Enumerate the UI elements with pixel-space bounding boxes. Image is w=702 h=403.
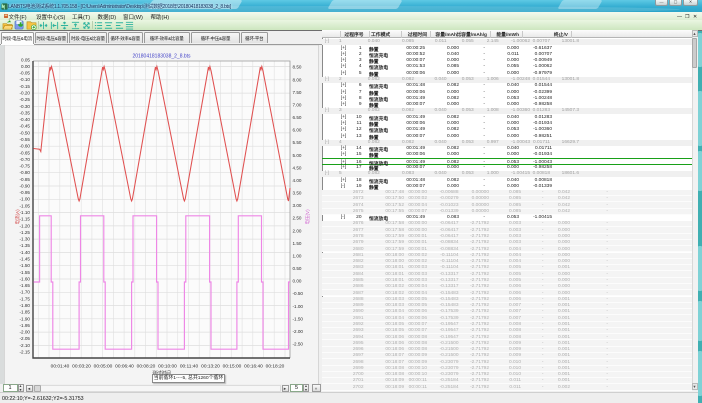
svg-text:6.50: 6.50 — [293, 115, 302, 120]
svg-text:0.00: 0.00 — [293, 279, 302, 284]
svg-text:00:11:40: 00:11:40 — [180, 364, 199, 370]
svg-text:2.50: 2.50 — [293, 216, 302, 221]
svg-text:-2.50: -2.50 — [293, 342, 304, 347]
svg-text:00:03:20: 00:03:20 — [72, 364, 91, 370]
svg-text:-1.50: -1.50 — [20, 263, 31, 268]
svg-text:00:08:20: 00:08:20 — [137, 364, 156, 370]
svg-text:-0.95: -0.95 — [20, 190, 31, 195]
svg-text:-1.30: -1.30 — [20, 237, 31, 242]
svg-text:-1.20: -1.20 — [20, 223, 31, 228]
svg-text:-1.35: -1.35 — [20, 243, 31, 248]
svg-text:-1.80: -1.80 — [20, 303, 31, 308]
svg-text:7.00: 7.00 — [293, 103, 302, 108]
svg-text:-0.65: -0.65 — [20, 150, 31, 155]
svg-text:-1.60: -1.60 — [20, 276, 31, 281]
svg-text:-0.55: -0.55 — [20, 137, 31, 142]
svg-text:8.00: 8.00 — [293, 77, 302, 82]
svg-text:-0.20: -0.20 — [20, 91, 31, 96]
svg-text:-1.15: -1.15 — [20, 217, 31, 222]
svg-text:-2.00: -2.00 — [20, 330, 31, 335]
svg-text:-0.35: -0.35 — [20, 110, 31, 115]
svg-text:-1.25: -1.25 — [20, 230, 31, 235]
svg-text:5.50: 5.50 — [293, 140, 302, 145]
svg-text:-0.15: -0.15 — [20, 84, 31, 89]
svg-text:-1.85: -1.85 — [20, 310, 31, 315]
svg-text:00:05:00: 00:05:00 — [94, 364, 113, 370]
svg-text:电流(A): 电流(A) — [14, 209, 21, 225]
svg-text:1.50: 1.50 — [293, 241, 302, 246]
svg-text:电压(V): 电压(V) — [304, 209, 311, 225]
svg-text:-1.05: -1.05 — [20, 203, 31, 208]
svg-text:-2.00: -2.00 — [293, 329, 304, 334]
svg-text:-1.50: -1.50 — [293, 316, 304, 321]
svg-text:-1.65: -1.65 — [20, 283, 31, 288]
svg-text:8.50: 8.50 — [293, 65, 302, 70]
svg-text:-0.80: -0.80 — [20, 170, 31, 175]
svg-text:00:06:40: 00:06:40 — [115, 364, 134, 370]
svg-text:0.00: 0.00 — [21, 64, 30, 69]
svg-text:7.50: 7.50 — [293, 90, 302, 95]
svg-text:-0.10: -0.10 — [20, 77, 31, 82]
svg-text:00:10:00: 00:10:00 — [158, 364, 177, 370]
svg-text:00:13:20: 00:13:20 — [201, 364, 220, 370]
svg-text:-1.90: -1.90 — [20, 316, 31, 321]
svg-text:-0.85: -0.85 — [20, 177, 31, 182]
svg-text:0.50: 0.50 — [293, 266, 302, 271]
svg-text:5.00: 5.00 — [293, 153, 302, 158]
svg-text:00:16:40: 00:16:40 — [244, 364, 263, 370]
svg-text:3.00: 3.00 — [293, 203, 302, 208]
svg-text:-1.10: -1.10 — [20, 210, 31, 215]
svg-text:6.00: 6.00 — [293, 128, 302, 133]
svg-text:-0.40: -0.40 — [20, 117, 31, 122]
svg-text:-1.40: -1.40 — [20, 250, 31, 255]
svg-text:-2.05: -2.05 — [20, 336, 31, 341]
svg-text:-0.50: -0.50 — [293, 291, 304, 296]
svg-text:-1.95: -1.95 — [20, 323, 31, 328]
svg-text:4.00: 4.00 — [293, 178, 302, 183]
svg-text:3.50: 3.50 — [293, 191, 302, 196]
svg-text:-0.45: -0.45 — [20, 124, 31, 129]
svg-text:-1.00: -1.00 — [293, 304, 304, 309]
svg-text:4.50: 4.50 — [293, 165, 302, 170]
svg-text:-0.25: -0.25 — [20, 97, 31, 102]
svg-text:-0.50: -0.50 — [20, 130, 31, 135]
svg-text:-1.00: -1.00 — [20, 197, 31, 202]
svg-text:2.00: 2.00 — [293, 228, 302, 233]
svg-text:20180418183038_2_8.bts: 20180418183038_2_8.bts — [132, 54, 191, 60]
svg-text:-1.55: -1.55 — [20, 270, 31, 275]
svg-text:-0.60: -0.60 — [20, 144, 31, 149]
svg-text:00:15:00: 00:15:00 — [223, 364, 242, 370]
svg-text:-0.75: -0.75 — [20, 164, 31, 169]
svg-text:00:01:40: 00:01:40 — [51, 364, 70, 370]
svg-text:00:18:20: 00:18:20 — [266, 364, 285, 370]
svg-text:-0.90: -0.90 — [20, 184, 31, 189]
svg-text:1.00: 1.00 — [293, 254, 302, 259]
svg-text:-1.70: -1.70 — [20, 290, 31, 295]
svg-text:-0.30: -0.30 — [20, 104, 31, 109]
svg-text:0.05: 0.05 — [21, 57, 30, 62]
svg-text:-1.75: -1.75 — [20, 296, 31, 301]
svg-text:-0.70: -0.70 — [20, 157, 31, 162]
svg-text:-2.15: -2.15 — [20, 350, 31, 355]
svg-text:-0.05: -0.05 — [20, 71, 31, 76]
svg-text:-2.10: -2.10 — [20, 343, 31, 348]
svg-text:-1.45: -1.45 — [20, 257, 31, 262]
